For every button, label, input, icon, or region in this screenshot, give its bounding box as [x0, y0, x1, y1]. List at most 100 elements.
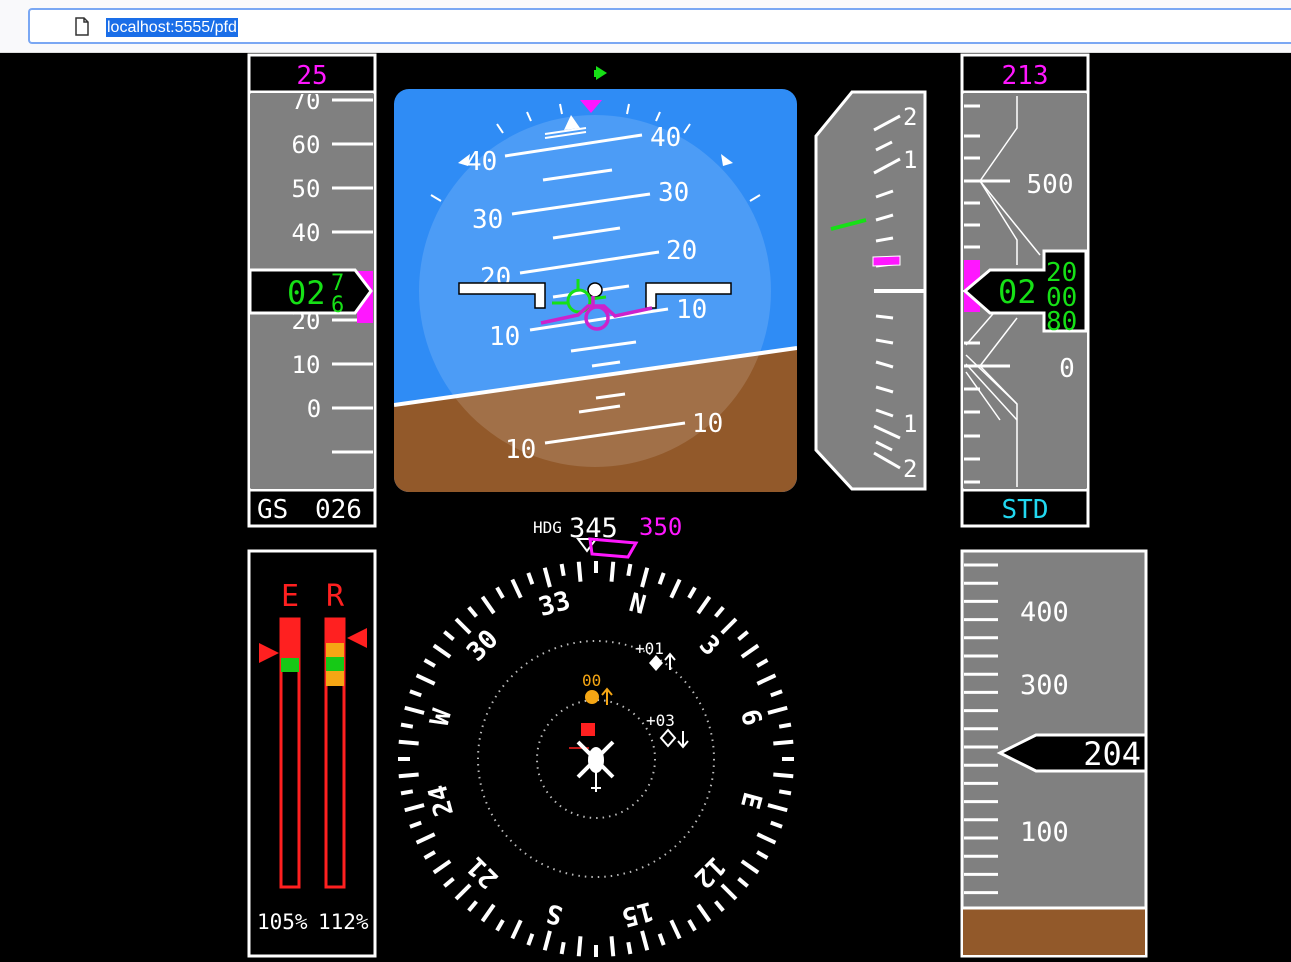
ground-speed-value: 026 — [315, 495, 362, 525]
heading-label: HDG — [533, 518, 562, 537]
current-altitude-prefix: 02 — [998, 273, 1037, 311]
pitch-label-20-right: 20 — [666, 236, 697, 266]
compass-tick — [687, 919, 697, 932]
compass-tick — [415, 673, 436, 686]
vs-label-2-up: 2 — [903, 103, 917, 131]
compass-tick — [432, 643, 452, 659]
altitude-label-0: 0 — [1059, 354, 1075, 384]
compass-tick — [423, 658, 436, 668]
compass-tick — [542, 930, 552, 951]
pitch-label-30-left: 30 — [472, 205, 503, 235]
compass-tick — [398, 772, 419, 779]
traffic-target-2: 00 — [582, 671, 613, 705]
compass-tick — [443, 877, 455, 888]
compass-label: N — [626, 588, 649, 621]
heading-indicator: HDG 345 350 N36E1215S2124W3033 +01 00 +0… — [398, 513, 794, 957]
vs-label-1-up: 1 — [903, 146, 917, 174]
compass-tick — [480, 903, 496, 923]
compass-tick — [740, 643, 760, 659]
compass-tick — [669, 919, 682, 940]
compass-label: 6 — [734, 706, 767, 729]
compass-tick — [640, 930, 650, 951]
compass-tick — [773, 772, 794, 779]
pitch-label-40-left: 40 — [466, 147, 497, 177]
compass-tick — [510, 578, 523, 599]
compass-tick — [398, 739, 419, 746]
ground-band — [963, 909, 1145, 955]
engine-bar-left-green — [281, 658, 299, 672]
compass-tick — [740, 859, 760, 875]
compass-tick — [454, 617, 472, 635]
compass-tick — [559, 563, 566, 577]
compass-tick — [770, 820, 783, 829]
compass-label: W — [425, 706, 458, 729]
current-speed: 02 — [287, 274, 326, 312]
compass-tick — [423, 850, 436, 860]
compass-tick — [767, 705, 788, 715]
traffic-1-offset: +01 — [635, 639, 664, 658]
radar-alt-current: 204 — [1083, 735, 1141, 773]
compass-tick — [756, 850, 769, 860]
radar-alt-label-300: 300 — [1020, 670, 1069, 701]
radar-altimeter: 400 300 100 204 — [960, 549, 1148, 958]
attitude-indicator: 40 40 30 30 20 20 10 10 10 10 — [394, 66, 797, 492]
compass-tick — [510, 919, 523, 940]
url-field[interactable]: localhost:5555/pfd — [28, 8, 1291, 44]
diamond-outline-icon — [659, 728, 677, 748]
compass-label: 33 — [536, 586, 574, 623]
compass-label: 15 — [618, 895, 656, 932]
compass-tick — [467, 606, 478, 618]
pitch-label-10-left: 10 — [489, 322, 520, 352]
engine-label-left: E — [281, 579, 299, 614]
pitch-label-40-right: 40 — [650, 123, 681, 153]
compass-tick — [576, 936, 583, 957]
compass-tick — [756, 832, 777, 845]
pitch-label-minus-10-right: 10 — [692, 409, 723, 439]
compass-tick — [526, 933, 535, 946]
engine-gauge: E R 105% 112% — [247, 549, 377, 958]
radar-alt-label-400: 400 — [1020, 597, 1069, 628]
speed-label-60: 60 — [292, 131, 321, 159]
arrow-down-icon — [677, 731, 689, 749]
compass-tick — [737, 630, 749, 641]
engine-bar-left-red — [281, 619, 299, 658]
compass-tick — [770, 689, 783, 698]
speed-label-0: 0 — [307, 395, 321, 423]
compass-label: 3 — [693, 630, 725, 662]
compass-tick — [495, 586, 505, 599]
traffic-target-1: +01 — [635, 639, 676, 671]
compass-tick — [480, 595, 496, 615]
compass-tick — [696, 903, 712, 923]
compass-tick — [756, 673, 777, 686]
compass-tick — [640, 567, 650, 588]
circle-amber-icon — [585, 690, 599, 704]
heading-lubber-icon — [576, 538, 598, 553]
vs-label-1-down: 1 — [903, 410, 917, 438]
compass-tick — [714, 900, 725, 912]
traffic-3-offset: +03 — [646, 711, 675, 730]
compass-tick — [409, 689, 422, 698]
compass-label: 24 — [423, 781, 460, 819]
altitude-label-500: 500 — [1027, 170, 1074, 200]
url-text[interactable]: localhost:5555/pfd — [106, 18, 238, 37]
compass-tick — [609, 936, 616, 957]
compass-tick — [609, 561, 616, 582]
compass-tick — [626, 941, 633, 955]
compass-tick — [526, 572, 535, 585]
speed-readout-box: 02 7 6 — [248, 268, 373, 318]
compass-tick — [559, 941, 566, 955]
page-icon — [75, 17, 89, 36]
engine-bar-right-amber-low — [326, 671, 344, 686]
engine-bar-right-amber — [326, 643, 344, 657]
pitch-label-10-right: 10 — [676, 295, 707, 325]
speed-roll-digit-lower: 6 — [331, 293, 344, 318]
compass-tick — [400, 722, 414, 729]
selected-heading: 350 — [639, 513, 682, 541]
baro-setting[interactable]: STD — [1002, 495, 1049, 525]
vertical-speed-indicator: 2 1 1 2 — [814, 90, 927, 491]
arrow-up-icon — [664, 652, 676, 670]
speed-label-50: 50 — [292, 175, 321, 203]
target-speed: 25 — [296, 61, 327, 91]
compass-tick — [404, 705, 425, 715]
compass-tick — [467, 900, 478, 912]
